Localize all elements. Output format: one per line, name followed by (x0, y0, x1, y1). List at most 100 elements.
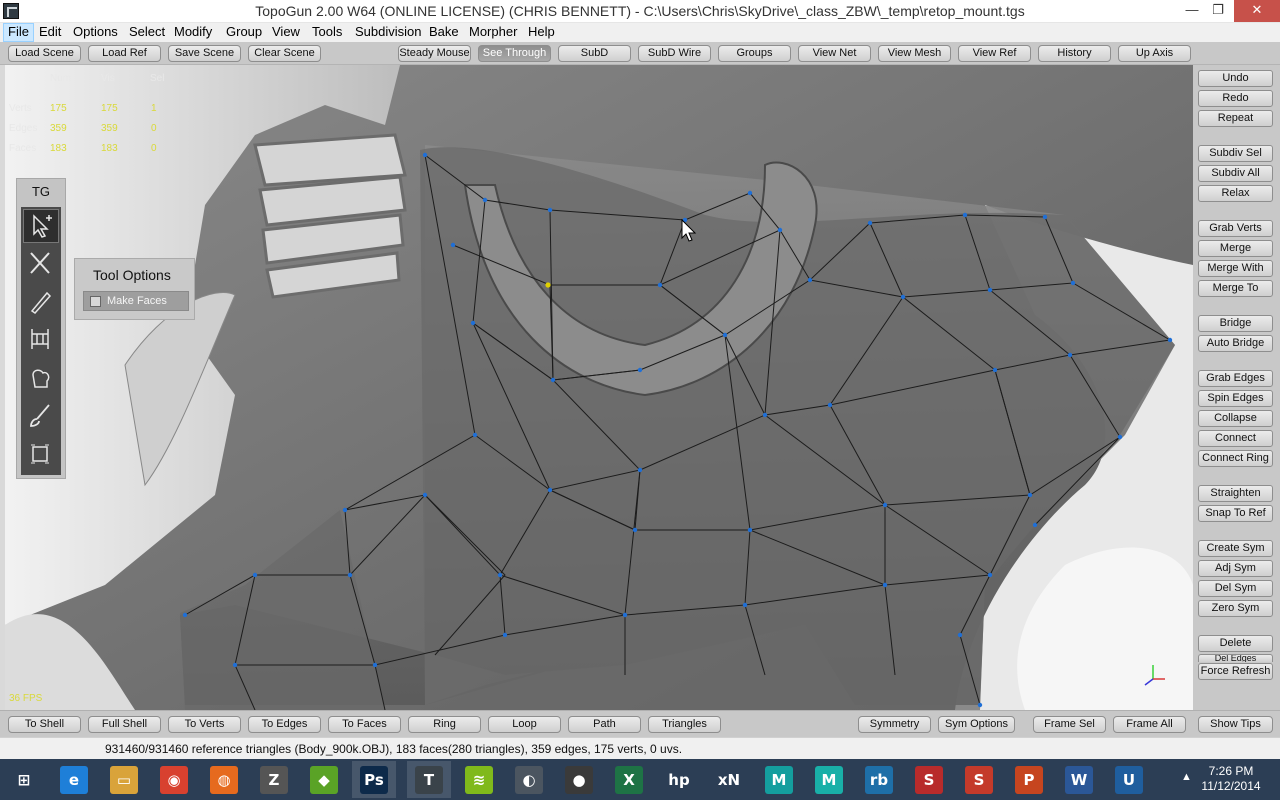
symmetry-button[interactable]: Symmetry (858, 716, 931, 733)
load-scene-button[interactable]: Load Scene (8, 45, 81, 62)
clear-scene-button[interactable]: Clear Scene (248, 45, 321, 62)
to-edges-button[interactable]: To Edges (248, 716, 321, 733)
spin-edges-button[interactable]: Spin Edges (1198, 390, 1273, 407)
del-edges-button[interactable]: Del Edges (1198, 654, 1273, 662)
cut-tool-icon[interactable] (23, 247, 59, 281)
make-faces-option[interactable]: Make Faces (83, 291, 189, 311)
close-button[interactable]: ✕ (1234, 0, 1280, 22)
path-button[interactable]: Path (568, 716, 641, 733)
zbrush-icon[interactable]: Z (252, 761, 296, 798)
bridge-button[interactable]: Bridge (1198, 315, 1273, 332)
xnormal-icon[interactable]: xN (707, 761, 751, 798)
save-scene-button[interactable]: Save Scene (168, 45, 241, 62)
grab-verts-button[interactable]: Grab Verts (1198, 220, 1273, 237)
frame-sel-button[interactable]: Frame Sel (1033, 716, 1106, 733)
force-refresh-button[interactable]: Force Refresh (1198, 663, 1273, 680)
connect-ring-button[interactable]: Connect Ring (1198, 450, 1273, 467)
groups-button[interactable]: Groups (718, 45, 791, 62)
adj-sym-button[interactable]: Adj Sym (1198, 560, 1273, 577)
photoshop-icon[interactable]: Ps (352, 761, 396, 798)
history-button[interactable]: History (1038, 45, 1111, 62)
topogun-icon[interactable]: T (407, 761, 451, 798)
straighten-button[interactable]: Straighten (1198, 485, 1273, 502)
internet-explorer-icon[interactable]: e (52, 761, 96, 798)
create-sym-button[interactable]: Create Sym (1198, 540, 1273, 557)
to-faces-button[interactable]: To Faces (328, 716, 401, 733)
menu-view[interactable]: View (268, 23, 304, 42)
hp-icon[interactable]: hp (657, 761, 701, 798)
tray-expand-icon[interactable]: ▲ (1181, 771, 1192, 783)
delete-button[interactable]: Delete (1198, 635, 1273, 652)
make-faces-checkbox[interactable] (90, 296, 101, 307)
brush-tool-icon[interactable] (23, 361, 59, 395)
sym-options-button[interactable]: Sym Options (938, 716, 1015, 733)
undo-button[interactable]: Undo (1198, 70, 1273, 87)
spotify-icon[interactable]: ≋ (457, 761, 501, 798)
triangles-button[interactable]: Triangles (648, 716, 721, 733)
taskbar-clock[interactable]: 7:26 PM 11/12/2014 (1196, 764, 1266, 794)
windows-start-icon[interactable]: ⊞ (2, 761, 46, 798)
unreal-icon[interactable]: U (1107, 761, 1151, 798)
file-explorer-icon[interactable]: ▭ (102, 761, 146, 798)
menu-tools[interactable]: Tools (308, 23, 346, 42)
merge-button[interactable]: Merge (1198, 240, 1273, 257)
excel-icon[interactable]: X (607, 761, 651, 798)
nvidia-icon[interactable]: ◆ (302, 761, 346, 798)
load-ref-button[interactable]: Load Ref (88, 45, 161, 62)
menu-modify[interactable]: Modify (170, 23, 216, 42)
menu-select[interactable]: Select (125, 23, 169, 42)
grab-edges-button[interactable]: Grab Edges (1198, 370, 1273, 387)
maya-lt-icon[interactable]: M (757, 761, 801, 798)
mudbox-icon[interactable]: ● (557, 761, 601, 798)
substance-designer-icon[interactable]: S (957, 761, 1001, 798)
maya-icon[interactable]: M (807, 761, 851, 798)
view-net-button[interactable]: View Net (798, 45, 871, 62)
view-mesh-button[interactable]: View Mesh (878, 45, 951, 62)
firefox-icon[interactable]: ◍ (202, 761, 246, 798)
frame-tool-icon[interactable] (23, 437, 59, 471)
steady-mouse-button[interactable]: Steady Mouse (398, 45, 471, 62)
powerpoint-icon[interactable]: P (1007, 761, 1051, 798)
menu-edit[interactable]: Edit (35, 23, 65, 42)
subdiv-all-button[interactable]: Subdiv All (1198, 165, 1273, 182)
paint-tool-icon[interactable] (23, 399, 59, 433)
menu-options[interactable]: Options (69, 23, 122, 42)
subd-wire-button[interactable]: SubD Wire (638, 45, 711, 62)
word-icon[interactable]: W (1057, 761, 1101, 798)
frame-all-button[interactable]: Frame All (1113, 716, 1186, 733)
subdiv-sel-button[interactable]: Subdiv Sel (1198, 145, 1273, 162)
repeat-button[interactable]: Repeat (1198, 110, 1273, 127)
substance-icon[interactable]: S (907, 761, 951, 798)
auto-bridge-button[interactable]: Auto Bridge (1198, 335, 1273, 352)
connect-button[interactable]: Connect (1198, 430, 1273, 447)
ring-button[interactable]: Ring (408, 716, 481, 733)
redo-button[interactable]: Redo (1198, 90, 1273, 107)
to-verts-button[interactable]: To Verts (168, 716, 241, 733)
full-shell-button[interactable]: Full Shell (88, 716, 161, 733)
view-ref-button[interactable]: View Ref (958, 45, 1031, 62)
up-axis-button[interactable]: Up Axis (1118, 45, 1191, 62)
show-tips-button[interactable]: Show Tips (1198, 716, 1273, 733)
to-shell-button[interactable]: To Shell (8, 716, 81, 733)
collapse-button[interactable]: Collapse (1198, 410, 1273, 427)
merge-to-button[interactable]: Merge To (1198, 280, 1273, 297)
relax-button[interactable]: Relax (1198, 185, 1273, 202)
3d-viewport[interactable]: Num Vis Sel Verts 175 175 1 Edges 359 35… (5, 65, 1193, 710)
app-icon[interactable]: ◐ (507, 761, 551, 798)
merge-with-button[interactable]: Merge With (1198, 260, 1273, 277)
menu-morpher[interactable]: Morpher (465, 23, 521, 42)
subd-button[interactable]: SubD (558, 45, 631, 62)
chrome-icon[interactable]: ◉ (152, 761, 196, 798)
zero-sym-button[interactable]: Zero Sym (1198, 600, 1273, 617)
see-through-button[interactable]: See Through (478, 45, 551, 62)
menu-subdivision[interactable]: Subdivision (351, 23, 426, 42)
maximize-button[interactable]: ❐ (1202, 0, 1234, 22)
del-sym-button[interactable]: Del Sym (1198, 580, 1273, 597)
menu-group[interactable]: Group (222, 23, 266, 42)
menu-help[interactable]: Help (524, 23, 559, 42)
draw-tool-icon[interactable] (23, 285, 59, 319)
loop-button[interactable]: Loop (488, 716, 561, 733)
menu-bake[interactable]: Bake (425, 23, 463, 42)
rb-icon[interactable]: rb (857, 761, 901, 798)
bridge-tool-icon[interactable] (23, 323, 59, 357)
